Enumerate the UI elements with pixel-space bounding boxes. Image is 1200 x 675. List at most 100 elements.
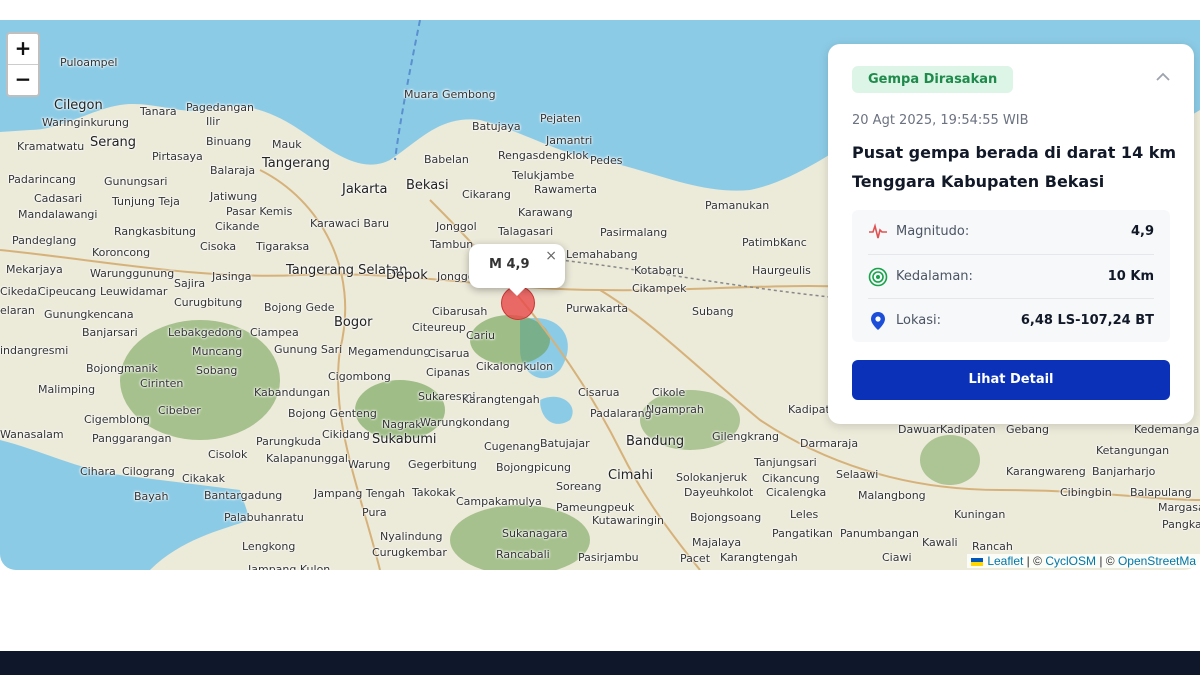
- place-label: Ciawi: [882, 551, 912, 564]
- place-label: Cihara: [80, 465, 116, 478]
- place-label: Pameungpeuk: [556, 501, 635, 514]
- place-label: Pacet: [680, 552, 711, 565]
- place-label: Megamendung: [348, 345, 431, 358]
- place-label: Telukjambe: [512, 169, 575, 182]
- magnitude-row: Magnitudo: 4,9: [868, 210, 1154, 254]
- place-label: Waringinkurung: [42, 116, 129, 129]
- place-label: Padalarang: [590, 407, 652, 420]
- depth-value: 10 Km: [1107, 269, 1154, 284]
- place-label: Curugbitung: [174, 296, 243, 309]
- page-footer-bar: [0, 651, 1200, 675]
- place-label: Kadipaten: [940, 423, 996, 436]
- ukraine-flag-icon: [971, 557, 984, 566]
- place-label: Bojongmanik: [86, 362, 158, 375]
- place-label: Cibeber: [158, 404, 201, 417]
- place-label: Gunung Sari: [274, 343, 343, 356]
- place-label: Rancabali: [496, 548, 550, 561]
- place-label: Kutawaringin: [592, 514, 664, 527]
- place-label: Mauk: [272, 138, 302, 151]
- zoom-in-button[interactable]: +: [8, 34, 38, 64]
- place-label: Cikakak: [182, 472, 225, 485]
- place-label: Jampang Kulon: [248, 563, 331, 570]
- place-label: Rancah: [972, 540, 1013, 553]
- popup-close-button[interactable]: ×: [545, 248, 557, 264]
- place-label: Jonggol: [436, 220, 477, 233]
- place-label: Cadasari: [34, 192, 83, 205]
- place-label: Cikarang: [462, 188, 511, 201]
- place-label: Tanara: [140, 105, 177, 118]
- place-label: Karangwareng: [1006, 465, 1086, 478]
- popup-magnitude-label: M 4,9: [489, 257, 530, 272]
- zoom-out-button[interactable]: −: [8, 64, 38, 95]
- osm-link[interactable]: OpenStreetMa: [1118, 554, 1196, 568]
- place-label: Panggarangan: [92, 432, 172, 445]
- place-label: Margasa: [1158, 501, 1200, 514]
- depth-row: Kedalaman: 10 Km: [868, 254, 1154, 299]
- event-title: Pusat gempa berada di darat 14 km Tengga…: [852, 143, 1177, 191]
- place-label: Balaraja: [210, 164, 256, 177]
- place-label: Bogor: [334, 315, 373, 330]
- place-label: Sajira: [174, 277, 206, 290]
- place-label: Balapulang: [1130, 486, 1192, 499]
- place-label: Cibingbin: [1060, 486, 1112, 499]
- place-label: Kotabaru: [634, 264, 684, 277]
- place-label: Dayeuhkolot: [684, 486, 754, 499]
- place-label: Nagrak: [382, 418, 422, 431]
- place-label: Cipanas: [426, 366, 470, 379]
- place-label: Pura: [362, 506, 387, 519]
- place-label: Bojong Gede: [264, 301, 335, 314]
- place-label: Citeureup: [412, 321, 466, 334]
- place-label: Jampang Tengah: [314, 487, 406, 500]
- place-label: Ilir: [206, 115, 220, 128]
- place-label: Bekasi: [406, 178, 449, 193]
- place-label: Pejaten: [540, 112, 581, 125]
- view-detail-button[interactable]: Lihat Detail: [852, 360, 1170, 400]
- place-label: Dawuan: [898, 423, 943, 436]
- place-label: Jatiwung: [210, 190, 258, 203]
- place-label: Talagasari: [498, 225, 554, 238]
- place-label: Majalaya: [692, 536, 742, 549]
- place-label: Nyalindung: [380, 530, 443, 543]
- place-label: Serang: [90, 135, 137, 150]
- place-label: Warunggunung: [90, 267, 175, 280]
- place-label: elaran: [0, 304, 35, 317]
- leaflet-link[interactable]: Leaflet: [987, 554, 1023, 568]
- place-label: Ciampea: [250, 326, 299, 339]
- place-label: Wanasalam: [0, 428, 64, 441]
- place-label: Cisolok: [208, 448, 248, 461]
- place-label: Cicalengka: [766, 486, 827, 499]
- place-label: Cariu: [466, 329, 495, 342]
- event-details: Magnitudo: 4,9 Kedalaman: 10 Km Lokasi: …: [852, 210, 1170, 342]
- depth-label: Kedalaman:: [896, 269, 973, 284]
- magnitude-popup: M 4,9 ×: [469, 244, 565, 296]
- place-label: Binuang: [206, 135, 252, 148]
- place-label: Karawaci Baru: [310, 217, 390, 230]
- depth-target-icon: [868, 267, 888, 287]
- felt-earthquake-badge: Gempa Dirasakan: [852, 66, 1014, 93]
- place-label: Padarincang: [8, 173, 76, 186]
- place-label: Leuwidamar: [100, 285, 168, 298]
- place-label: Tangerang: [262, 156, 331, 171]
- place-label: Lengkong: [242, 540, 296, 553]
- chevron-up-icon[interactable]: [1156, 70, 1170, 84]
- place-label: Jamantri: [546, 134, 593, 147]
- place-label: Kuningan: [954, 508, 1006, 521]
- earthquake-info-card: Gempa Dirasakan 20 Agt 2025, 19:54:55 WI…: [828, 44, 1194, 424]
- cyclosm-link[interactable]: CyclOSM: [1045, 554, 1096, 568]
- place-label: Cisarua: [428, 347, 470, 360]
- place-label: Banjarsari: [82, 326, 138, 339]
- place-label: Rangkasbitung: [114, 225, 197, 238]
- place-label: Puloampel: [60, 56, 118, 69]
- place-label: Tigaraksa: [256, 240, 310, 253]
- place-label: Warung: [348, 458, 391, 471]
- place-label: Cikancung: [762, 472, 820, 485]
- place-label: Pasar Kemis: [226, 205, 293, 218]
- place-label: Cilograng: [122, 465, 175, 478]
- place-label: Pasirmalang: [600, 226, 668, 239]
- place-label: Panumbangan: [840, 527, 919, 540]
- place-label: Rengasdengklok: [498, 149, 589, 162]
- attribution-separator: | ©: [1095, 554, 1118, 568]
- place-label: Rawamerta: [534, 183, 597, 196]
- place-label: Bojongsoang: [690, 511, 762, 524]
- place-label: Gilengkrang: [712, 430, 779, 443]
